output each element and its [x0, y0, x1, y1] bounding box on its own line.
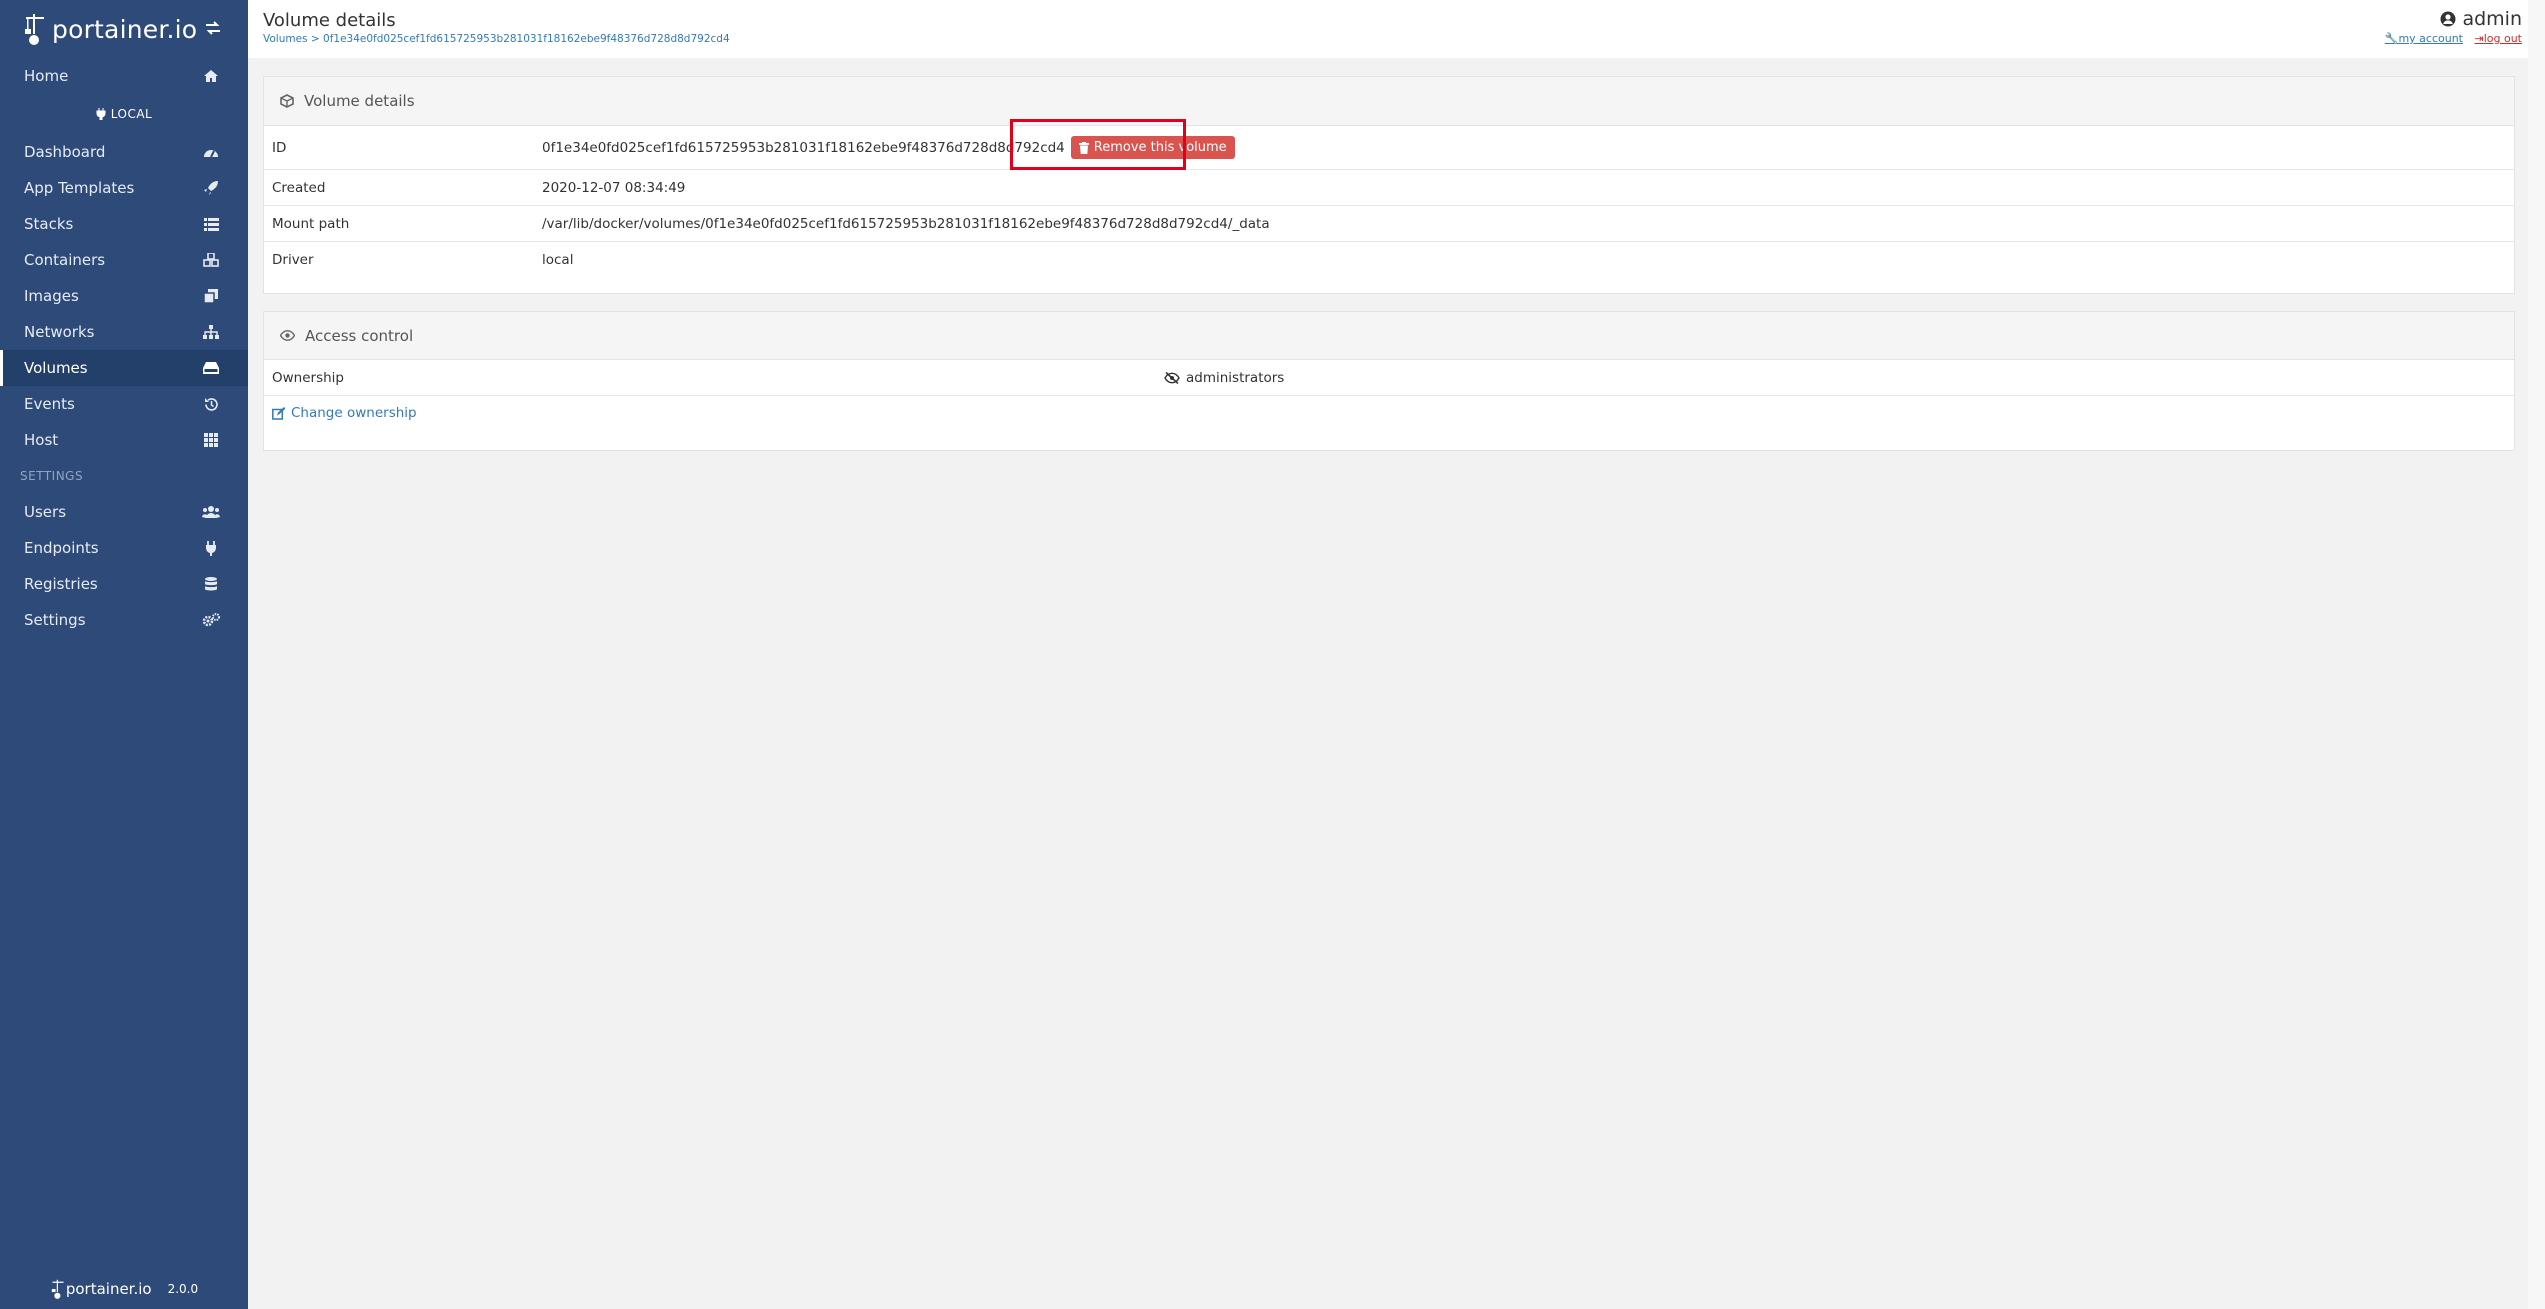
header: Volume details Volumes > 0f1e34e0fd025ce… — [248, 0, 2528, 58]
sidebar-item-containers[interactable]: Containers — [0, 242, 248, 278]
breadcrumb-separator: > — [307, 33, 324, 45]
panel-title: Access control — [305, 326, 414, 345]
panel-title: Volume details — [304, 92, 415, 110]
driver-value: local — [542, 252, 574, 268]
created-label: Created — [272, 179, 326, 196]
page-title: Volume details — [263, 10, 396, 31]
sidebar-item-label: Containers — [24, 251, 106, 269]
database-icon — [202, 575, 220, 593]
endpoint-label: LOCAL — [0, 94, 248, 134]
ownership-value-cell: administrators — [1164, 370, 1284, 386]
plug-icon — [202, 539, 220, 557]
th-icon — [202, 431, 220, 449]
user-links: 🔧my account ⇥log out — [2385, 32, 2522, 45]
hdd-icon — [202, 359, 220, 377]
ownership-label: Ownership — [272, 369, 344, 386]
sidebar-item-volumes[interactable]: Volumes — [0, 350, 248, 386]
sidebar-item-host[interactable]: Host — [0, 422, 248, 458]
user-circle-icon — [2440, 11, 2456, 27]
cubes-icon — [202, 251, 220, 269]
sidebar-item-label: Events — [24, 395, 75, 413]
driver-label: Driver — [272, 252, 314, 268]
sidebar-item-label: App Templates — [24, 179, 135, 197]
sidebar-item-label: Home — [24, 67, 69, 85]
brand-name: portainer.io — [52, 14, 198, 44]
sidebar-brand: portainer.io — [0, 0, 248, 58]
sidebar-item-label: Stacks — [24, 215, 74, 233]
breadcrumb: Volumes > 0f1e34e0fd025cef1fd615725953b2… — [263, 33, 730, 45]
change-ownership-row: Change ownership — [264, 396, 2514, 430]
clone-icon — [202, 287, 220, 305]
list-icon — [202, 215, 220, 233]
sidebar-item-users[interactable]: Users — [0, 494, 248, 530]
sidebar-item-label: Endpoints — [24, 539, 99, 557]
rocket-icon — [202, 179, 220, 197]
change-ownership-link[interactable]: Change ownership — [272, 405, 417, 421]
footer-brand: portainer.io — [65, 1280, 152, 1298]
panel-header: Volume details — [264, 77, 2514, 126]
settings-section-label: SETTINGS — [20, 469, 84, 483]
id-label: ID — [272, 139, 287, 156]
sidebar-item-images[interactable]: Images — [0, 278, 248, 314]
sidebar-item-label: Images — [24, 287, 79, 305]
created-row: Created 2020-12-07 08:34:49 — [264, 170, 2514, 206]
mount-path-row: Mount path /var/lib/docker/volumes/0f1e3… — [264, 206, 2514, 242]
sidebar-item-dashboard[interactable]: Dashboard — [0, 134, 248, 170]
trash-icon — [1078, 141, 1089, 154]
scrollbar[interactable] — [2528, 0, 2545, 1309]
username: admin — [2385, 8, 2522, 30]
log-out-link[interactable]: ⇥log out — [2475, 32, 2523, 45]
sidebar-item-label: Settings — [24, 611, 86, 629]
swap-arrows-icon[interactable] — [204, 17, 222, 42]
sidebar-item-label: Dashboard — [24, 143, 106, 161]
history-icon — [202, 395, 220, 413]
breadcrumb-volumes-link[interactable]: Volumes — [263, 33, 308, 45]
sidebar-item-endpoints[interactable]: Endpoints — [0, 530, 248, 566]
breadcrumb-current[interactable]: 0f1e34e0fd025cef1fd615725953b281031f1816… — [323, 33, 730, 45]
my-account-link[interactable]: 🔧my account — [2385, 32, 2463, 45]
sidebar-item-label: Host — [24, 431, 59, 449]
eye-icon — [280, 330, 295, 341]
id-row: ID 0f1e34e0fd025cef1fd615725953b281031f1… — [264, 126, 2514, 170]
sidebar-item-home[interactable]: Home — [0, 58, 248, 94]
portainer-logo[interactable]: portainer.io — [22, 12, 197, 46]
id-value-cell: 0f1e34e0fd025cef1fd615725953b281031f1816… — [542, 136, 1235, 159]
sidebar-item-label: Volumes — [24, 359, 88, 377]
ownership-value: administrators — [1186, 369, 1285, 386]
sidebar-item-settings[interactable]: Settings — [0, 602, 248, 638]
user-area: admin 🔧my account ⇥log out — [2385, 8, 2522, 45]
mount-path-label: Mount path — [272, 215, 350, 232]
cogs-icon — [202, 611, 220, 629]
ownership-row: Ownership administrators — [264, 360, 2514, 396]
sidebar: portainer.io Home LOCAL Dashboard App Te… — [0, 0, 248, 1309]
users-icon — [202, 503, 220, 521]
footer-version: 2.0.0 — [167, 1282, 199, 1296]
eye-slash-icon — [1164, 371, 1180, 384]
created-value: 2020-12-07 08:34:49 — [542, 179, 686, 196]
mount-path-value: /var/lib/docker/volumes/0f1e34e0fd025cef… — [542, 215, 1270, 232]
sidebar-item-app-templates[interactable]: App Templates — [0, 170, 248, 206]
portainer-crane-icon — [25, 14, 44, 45]
edit-icon — [272, 406, 285, 420]
sidebar-item-label: Users — [24, 503, 67, 521]
remove-volume-button[interactable]: Remove this volume — [1070, 136, 1235, 159]
sidebar-item-stacks[interactable]: Stacks — [0, 206, 248, 242]
panel-header: Access control — [264, 312, 2514, 360]
plug-icon — [96, 108, 106, 120]
tachometer-icon — [202, 143, 220, 161]
volume-details-panel: Volume details ID 0f1e34e0fd025cef1fd615… — [263, 76, 2515, 294]
home-icon — [202, 67, 220, 85]
sidebar-item-label: Registries — [24, 575, 98, 593]
portainer-crane-icon — [51, 1279, 64, 1299]
id-value: 0f1e34e0fd025cef1fd615725953b281031f1816… — [542, 139, 1065, 156]
access-control-panel: Access control Ownership administrators … — [263, 311, 2515, 451]
cube-icon — [280, 94, 294, 108]
sidebar-item-networks[interactable]: Networks — [0, 314, 248, 350]
sidebar-item-events[interactable]: Events — [0, 386, 248, 422]
driver-row: Driver local — [264, 242, 2514, 278]
sidebar-footer: portainer.io 2.0.0 — [0, 1269, 248, 1309]
sitemap-icon — [202, 323, 220, 341]
sidebar-item-label: Networks — [24, 323, 95, 341]
sidebar-item-registries[interactable]: Registries — [0, 566, 248, 602]
